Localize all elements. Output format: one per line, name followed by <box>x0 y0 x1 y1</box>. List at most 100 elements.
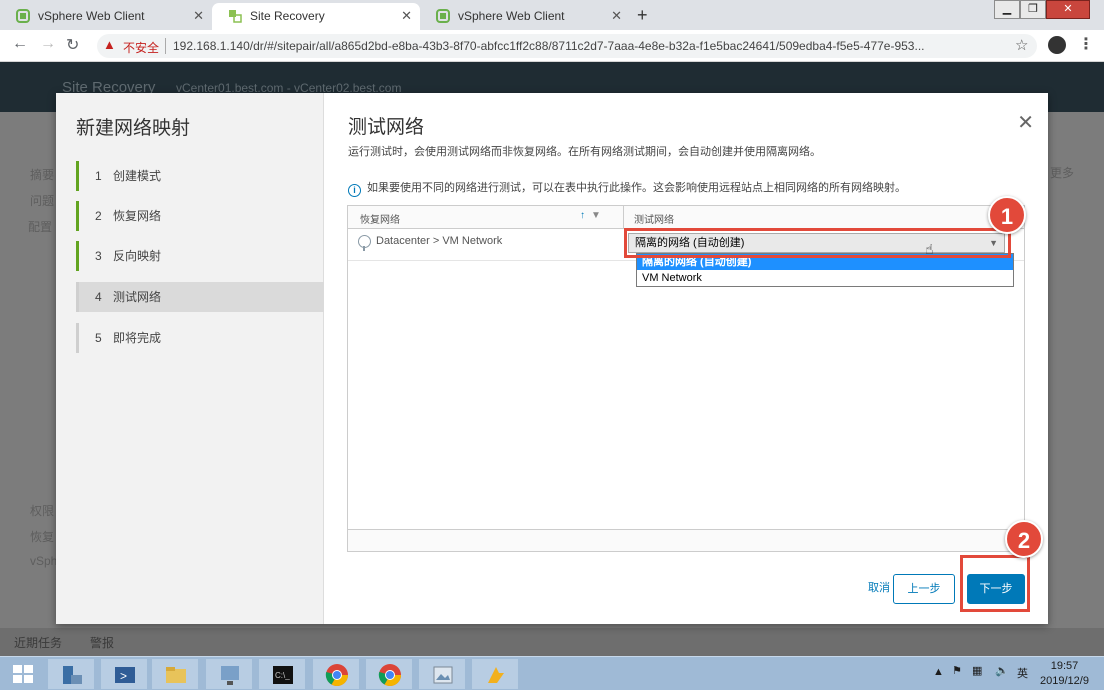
url-bar[interactable]: ▲ 不安全 192.168.1.140/dr/#/sitepair/all/a8… <box>97 34 1037 58</box>
show-hidden-icons-icon[interactable]: ▲ <box>933 666 944 678</box>
recent-tasks-tab[interactable]: 近期任务 <box>14 634 62 651</box>
forward-arrow-icon[interactable]: → <box>40 35 56 53</box>
taskbar-app[interactable] <box>152 659 198 689</box>
taskbar-app[interactable] <box>366 659 412 689</box>
svg-text:>: > <box>120 669 127 683</box>
tab-title: vSphere Web Client <box>38 9 145 23</box>
close-tab-icon[interactable]: ✕ <box>401 3 412 29</box>
wizard-steps-panel: 新建网络映射 1 创建模式 2 恢复网络 3 反向映射 4 测试网络 5 即将完成 <box>56 93 324 624</box>
new-tab-button[interactable]: + <box>637 3 648 27</box>
page-title: 测试网络 <box>348 117 425 138</box>
column-divider[interactable] <box>623 206 624 229</box>
account-icon[interactable] <box>1048 36 1066 54</box>
tab-vsphere-2[interactable]: vSphere Web Client ✕ <box>420 3 630 30</box>
chrome-icon <box>378 664 401 686</box>
close-window-button[interactable]: ✕ <box>1046 0 1090 19</box>
command-prompt-icon: C:\_ <box>273 666 293 684</box>
info-message: i 如果要使用不同的网络进行测试，可以在表中执行此操作。这会影响使用远程站点上相同… <box>348 179 906 197</box>
step-number: 4 <box>95 290 102 304</box>
filter-icon[interactable]: ▼ <box>591 210 601 221</box>
wizard-content: 测试网络 ✕ 运行测试时，会使用测试网络而非恢复网络。在所有网络测试期间，会自动… <box>324 93 1048 624</box>
reload-icon[interactable]: ↻ <box>66 35 79 55</box>
column-header-test-network[interactable]: 测试网络 <box>634 211 674 226</box>
taskbar-app[interactable] <box>419 659 465 689</box>
close-tab-icon[interactable]: ✕ <box>193 3 204 29</box>
step-4[interactable]: 4 测试网络 <box>76 282 324 312</box>
windows-start-icon[interactable] <box>0 657 46 690</box>
highlight-box <box>624 228 1011 258</box>
tab-vsphere-1[interactable]: vSphere Web Client ✕ <box>0 3 212 30</box>
step-number: 1 <box>95 169 102 183</box>
taskbar-app[interactable]: C:\_ <box>259 659 305 689</box>
taskbar-app[interactable] <box>48 659 94 689</box>
step-5: 5 即将完成 <box>76 323 324 353</box>
bookmark-star-icon[interactable]: ☆ <box>1015 36 1028 54</box>
network-app-icon <box>221 666 239 685</box>
grid-header: 恢复网络 ↑ ▼ 测试网络 <box>348 206 1024 229</box>
divider <box>165 38 166 54</box>
taskbar-app[interactable] <box>206 659 252 689</box>
network-icon <box>358 235 371 251</box>
column-header-recovery-network[interactable]: 恢复网络 <box>360 211 400 226</box>
bg-label: 问题 <box>30 194 55 208</box>
close-tab-icon[interactable]: ✕ <box>611 3 622 29</box>
step-badge: 1 <box>988 196 1026 234</box>
step-label: 创建模式 <box>113 169 162 183</box>
ime-indicator[interactable]: 英 <box>1017 665 1028 681</box>
tab-site-recovery[interactable]: Site Recovery ✕ <box>212 3 420 30</box>
grid-footer <box>348 529 1024 551</box>
flag-icon[interactable]: ⚑ <box>952 664 962 677</box>
vsphere-icon <box>436 9 450 23</box>
site-recovery-icon <box>229 10 242 23</box>
network-status-icon[interactable]: ▦ <box>972 664 982 677</box>
maximize-button[interactable]: ❐ <box>1020 0 1046 19</box>
new-network-mapping-dialog: 新建网络映射 1 创建模式 2 恢复网络 3 反向映射 4 测试网络 5 即将完成 测试网… <box>56 93 1048 624</box>
image-viewer-icon <box>433 666 453 684</box>
dropdown-option[interactable]: VM Network <box>637 270 1013 286</box>
tab-title: Site Recovery <box>250 9 325 23</box>
step-label: 测试网络 <box>113 290 162 304</box>
highlight-box <box>960 555 1030 612</box>
clock[interactable]: 19:57 2019/12/9 <box>1040 659 1089 689</box>
volume-icon[interactable]: 🔈 <box>995 664 1009 677</box>
bg-label: 配置 <box>28 220 53 234</box>
warning-icon: ▲ <box>103 37 116 52</box>
step-1[interactable]: 1 创建模式 <box>76 161 324 191</box>
taskbar: > C:\_ ▲ ⚑ ▦ 🔈 英 19:57 2019/12/9 <box>0 656 1104 690</box>
vsphere-icon <box>16 9 30 23</box>
menu-kebab-icon[interactable]: ⋮ <box>1078 34 1094 54</box>
clock-time: 19:57 <box>1050 660 1079 672</box>
bg-label: 更多 <box>1050 166 1075 180</box>
sort-ascending-icon[interactable]: ↑ <box>580 210 585 221</box>
sort-filter-icons: ↑ ▼ <box>580 210 601 221</box>
svg-text:C:\_: C:\_ <box>275 671 290 680</box>
step-2[interactable]: 2 恢复网络 <box>76 201 324 231</box>
step-label: 恢复网络 <box>113 209 162 223</box>
minimize-button[interactable]: ▁ <box>994 0 1020 19</box>
alarms-tab[interactable]: 警报 <box>90 634 114 651</box>
address-bar-row: ← → ↻ ▲ 不安全 192.168.1.140/dr/#/sitepair/… <box>0 30 1104 62</box>
bg-label: 权限 <box>30 504 55 518</box>
bg-label: vSph <box>30 554 58 568</box>
browser-tab-bar: vSphere Web Client ✕ Site Recovery ✕ vSp… <box>0 0 1104 30</box>
taskbar-app[interactable] <box>313 659 359 689</box>
clock-date: 2019/12/9 <box>1040 675 1089 687</box>
info-icon: i <box>348 184 361 197</box>
security-label: 不安全 <box>123 41 160 55</box>
bg-label: 摘要 <box>30 168 55 182</box>
back-arrow-icon[interactable]: ← <box>12 35 28 53</box>
wizard-title: 新建网络映射 <box>76 118 191 139</box>
tab-title: vSphere Web Client <box>458 9 565 23</box>
window-controls: ▁ ❐ ✕ <box>994 0 1090 20</box>
step-badge: 2 <box>1005 520 1043 558</box>
close-icon[interactable]: ✕ <box>1017 113 1034 133</box>
back-button[interactable]: 上一步 <box>893 574 955 604</box>
taskbar-app[interactable] <box>472 659 518 689</box>
info-text: 如果要使用不同的网络进行测试，可以在表中执行此操作。这会影响使用远程站点上相同网… <box>367 182 906 194</box>
step-3[interactable]: 3 反向映射 <box>76 241 324 271</box>
test-network-dropdown: 隔离的网络 (自动创建) VM Network <box>636 253 1014 287</box>
page-description: 运行测试时，会使用测试网络而非恢复网络。在所有网络测试期间，会自动创建并使用隔离… <box>348 146 821 158</box>
taskbar-app[interactable]: > <box>101 659 147 689</box>
pinned-app-icon <box>488 667 504 683</box>
folder-icon <box>166 667 186 683</box>
